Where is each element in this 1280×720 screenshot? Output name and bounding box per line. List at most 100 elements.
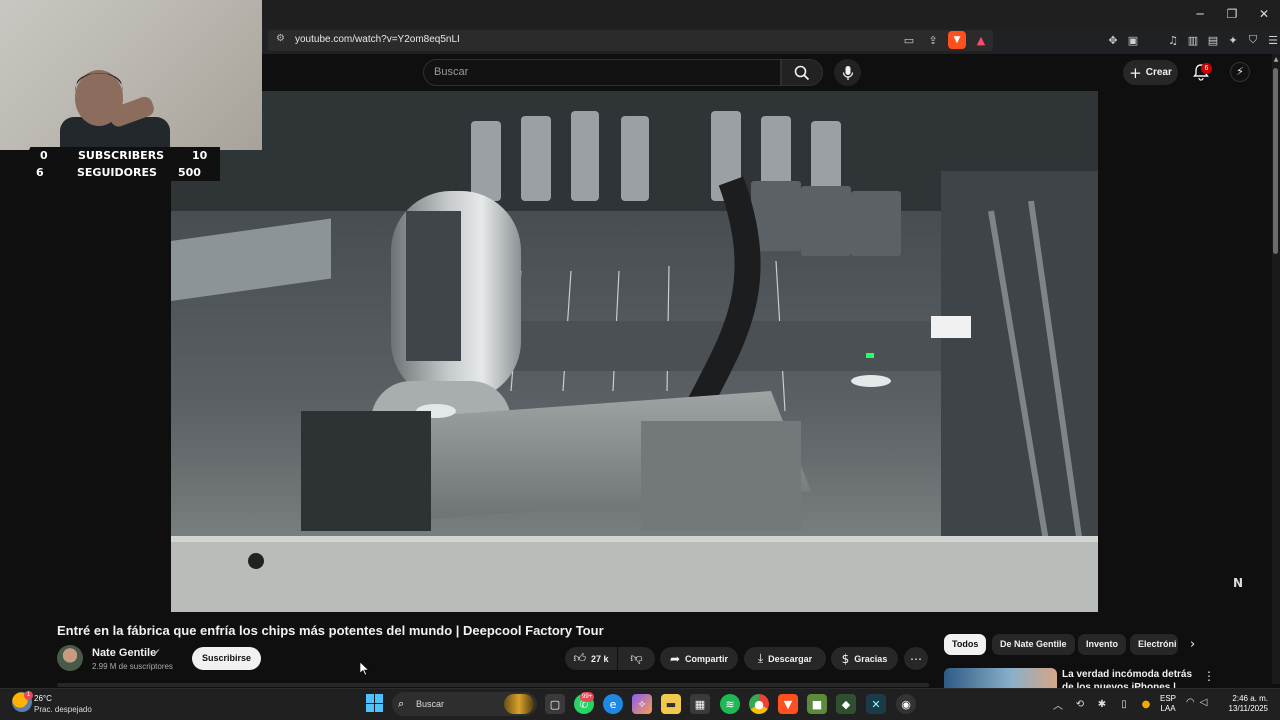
plus-icon: + (1129, 63, 1142, 82)
search-placeholder: Buscar (434, 66, 469, 78)
address-bar-actions: ▭ ⇪ ▼ ▲ (900, 31, 990, 49)
minimize-button[interactable]: ─ (1184, 0, 1216, 28)
store-icon[interactable]: ▦ (690, 694, 710, 714)
download-label: Descargar (768, 653, 813, 664)
edge-icon[interactable]: e (603, 694, 623, 714)
share-icon[interactable]: ⇪ (924, 31, 942, 49)
windows-start-icon[interactable] (366, 694, 384, 712)
streamer-image (60, 70, 170, 150)
puzzle-icon[interactable]: ✥ (1104, 31, 1122, 49)
spotify-icon[interactable]: ≋ (720, 694, 740, 714)
scrollbar-thumb[interactable] (1273, 68, 1278, 254)
chip-all[interactable]: Todos (944, 634, 987, 655)
subscribe-button[interactable]: Suscribirse (192, 647, 261, 670)
screen-icon[interactable]: ▭ (900, 31, 918, 49)
obs-icon[interactable]: ◉ (896, 694, 916, 714)
mic-tray-icon[interactable]: ● (1138, 696, 1154, 712)
brave-icon[interactable]: ▼ (778, 694, 798, 714)
subscriber-count: 2.99 M de suscriptores (92, 662, 173, 671)
subscriber-goal-widget: 0 SUBSCRIBERS 10 6 SEGUIDORES 500 (14, 147, 220, 181)
search-button[interactable] (781, 59, 823, 86)
mic-icon (842, 65, 853, 80)
mouse-cursor-icon (360, 662, 370, 676)
file-explorer-icon[interactable]: ▬ (661, 694, 681, 714)
gift-icon: $ (841, 651, 850, 666)
chip-channel[interactable]: De Nate Gentile (992, 634, 1075, 655)
search-input[interactable] (423, 59, 781, 86)
video-player[interactable] (171, 91, 1098, 612)
thanks-label: Gracias (854, 653, 888, 664)
capcut-icon[interactable]: ✕ (866, 694, 886, 714)
chrome-icon[interactable]: ● (749, 694, 769, 714)
weather-badge: 1 (24, 691, 33, 700)
site-info-icon[interactable]: ⚙ (276, 33, 290, 47)
app-icon[interactable]: ◆ (836, 694, 856, 714)
chip-invento[interactable]: Invento (1078, 634, 1127, 655)
counter-row-followers: 6 SEGUIDORES 500 (14, 164, 220, 181)
more-actions-button[interactable]: ⋯ (904, 647, 928, 670)
description-box-edge (57, 683, 929, 687)
channel-name[interactable]: Nate Gentile (92, 647, 156, 659)
screenshot-icon[interactable]: ▣ (1124, 31, 1142, 49)
extensions-toolbar: ✥ ▣ ♫ ▥ ▤ ✦ ⛉ ☰ (1104, 31, 1280, 49)
sync-icon[interactable]: ⟲ (1072, 696, 1088, 712)
search-icon (794, 65, 810, 80)
notification-badge: 6 (1201, 63, 1212, 74)
chevron-right-icon[interactable]: › (1190, 637, 1195, 652)
maximize-button[interactable]: ❐ (1216, 0, 1248, 28)
url-text[interactable]: youtube.com/watch?v=Y2om8eq5nLI (295, 34, 460, 45)
sidebar-icon[interactable]: ▥ (1184, 31, 1202, 49)
weather-temperature[interactable]: 26°C (34, 694, 52, 703)
search-highlight-art (504, 694, 534, 714)
task-view-icon[interactable]: ▢ (545, 694, 565, 714)
brave-rewards-icon[interactable]: ▲ (972, 31, 990, 49)
menu-icon[interactable]: ☰ (1264, 31, 1280, 49)
wallet-icon[interactable]: ▤ (1204, 31, 1222, 49)
system-tray: ︿ ⟲ ✱ ▯ ● (1050, 696, 1154, 712)
thanks-button[interactable]: $ Gracias (831, 647, 898, 670)
channel-avatar[interactable] (57, 645, 83, 671)
account-avatar[interactable]: ⚡ (1230, 62, 1250, 82)
counter-goal: 10 (192, 149, 208, 162)
create-button[interactable]: + Crear (1123, 60, 1178, 85)
dislike-button[interactable]: 👎︎ (618, 647, 655, 670)
language-code: ESP (1160, 694, 1177, 703)
wifi-icon: ◠ (1186, 697, 1195, 708)
keyboard-layout: LAA (1160, 704, 1176, 713)
weather-description[interactable]: Prac. despejado (34, 705, 92, 714)
chip-electronics[interactable]: Electróni (1130, 634, 1178, 655)
webcam-overlay (0, 0, 262, 150)
chevron-up-icon[interactable]: ︿ (1050, 696, 1066, 712)
music-icon[interactable]: ♫ (1164, 31, 1182, 49)
more-icon: ⋯ (910, 651, 922, 666)
download-button[interactable]: ⤓ Descargar (744, 647, 826, 670)
counter-label: SEGUIDORES (77, 166, 157, 179)
whatsapp-badge: 99+ (580, 692, 595, 702)
clock-time: 2:46 a. m. (1232, 694, 1268, 703)
search-icon: ⌕ (398, 697, 405, 710)
bluetooth-icon[interactable]: ✱ (1094, 696, 1110, 712)
video-frame (171, 91, 1098, 612)
usb-icon[interactable]: ▯ (1116, 696, 1132, 712)
copilot-icon[interactable]: ✧ (632, 694, 652, 714)
minecraft-icon[interactable]: ■ (807, 694, 827, 714)
like-button[interactable]: 👍︎ 27 k (565, 647, 617, 670)
clock[interactable]: 2:46 a. m. 13/11/2025 (1226, 694, 1268, 714)
vpn-shield-icon[interactable]: ⛉ (1244, 31, 1262, 49)
counter-row-subscribers: 0 SUBSCRIBERS 10 (14, 147, 220, 164)
close-button[interactable]: ✕ (1248, 0, 1280, 28)
counter-current: 6 (36, 166, 44, 179)
share-button[interactable]: ➦ Compartir (660, 647, 738, 670)
verified-icon: ✔ (153, 648, 161, 658)
recommended-menu-icon[interactable]: ⋮ (1203, 669, 1215, 683)
brave-shield-icon[interactable]: ▼ (948, 31, 966, 49)
scroll-up-arrow[interactable]: ▲ (1272, 56, 1280, 64)
channel-watermark-icon[interactable]: N (1233, 576, 1249, 590)
recommended-title[interactable]: La verdad incómoda detrás de los nuevos … (1062, 668, 1197, 688)
voice-search-button[interactable] (834, 59, 861, 86)
recommended-thumbnail[interactable] (944, 668, 1057, 688)
language-indicator[interactable]: ESP LAA (1160, 694, 1176, 714)
leo-ai-icon[interactable]: ✦ (1224, 31, 1242, 49)
quick-settings[interactable]: ◠ ◁ (1186, 697, 1207, 708)
